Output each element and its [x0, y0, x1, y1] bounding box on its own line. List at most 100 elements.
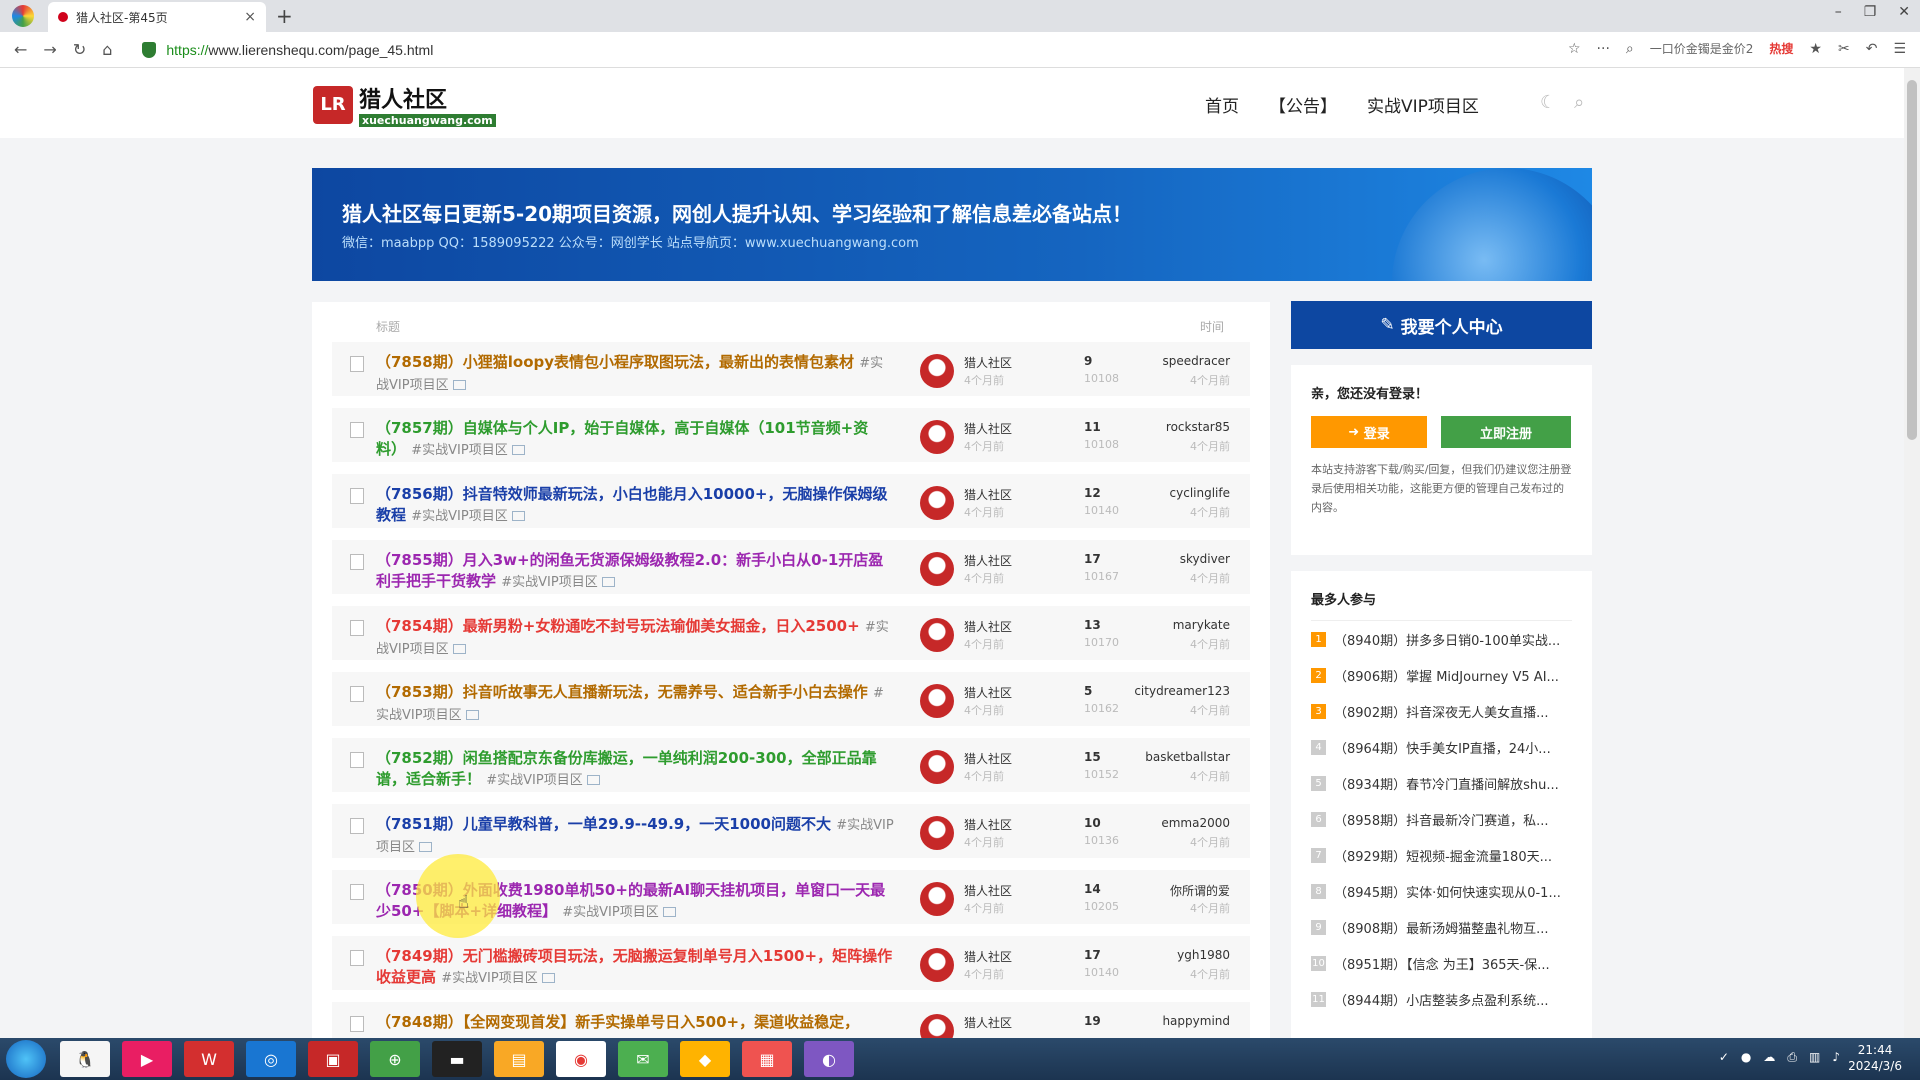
post-row[interactable]: （7857期）自媒体与个人IP，始于自媒体，高于自媒体（101节音频+资料） #…: [332, 408, 1250, 468]
volume-icon[interactable]: ♪: [1832, 1050, 1840, 1065]
last-replier[interactable]: speedracer: [1163, 354, 1230, 368]
post-title[interactable]: （7852期）闲鱼搭配京东备份库搬运，一单纯利润200-300，全部正品靠谱，适…: [376, 748, 896, 791]
hot-list-item[interactable]: 8 （8945期）实体·如何快速实现从0-1...: [1311, 873, 1572, 909]
last-replier[interactable]: rockstar85: [1166, 420, 1230, 434]
start-button[interactable]: [6, 1040, 46, 1078]
browser-logo-icon[interactable]: [12, 5, 34, 27]
avatar[interactable]: [920, 486, 954, 520]
last-replier[interactable]: skydiver: [1180, 552, 1230, 566]
post-row[interactable]: （7856期）抖音特效师最新玩法，小白也能月入10000+，无脑操作保姆级教程 …: [332, 474, 1250, 534]
post-title[interactable]: （7849期）无门槛搬砖项目玩法，无脑搬运复制单号月入1500+，矩阵操作收益更…: [376, 946, 896, 989]
post-author[interactable]: 猎人社区: [964, 816, 1012, 833]
security-shield-icon[interactable]: [142, 41, 157, 58]
back-icon[interactable]: ←: [14, 40, 27, 59]
post-author[interactable]: 猎人社区: [964, 948, 1012, 965]
hot-list-item[interactable]: 9 （8908期）最新汤姆猫整蛊礼物互...: [1311, 909, 1572, 945]
hot-list-item[interactable]: 1 （8940期）拼多多日销0-100单实战...: [1311, 621, 1572, 657]
post-title[interactable]: （7858期）小狸猫loopy表情包小程序取图玩法，最新出的表情包素材 #实战V…: [376, 352, 896, 396]
hot-list-item[interactable]: 2 （8906期）掌握 MidJourney V5 AI...: [1311, 657, 1572, 693]
last-replier[interactable]: 你所谓的爱: [1170, 882, 1230, 899]
hot-search-label[interactable]: 热搜: [1769, 40, 1793, 57]
nav-vip[interactable]: 实战VIP项目区: [1367, 92, 1479, 117]
post-author[interactable]: 猎人社区: [964, 750, 1012, 767]
close-window-button[interactable]: ✕: [1898, 4, 1910, 20]
dark-mode-icon[interactable]: ☾: [1540, 92, 1556, 113]
bookmark-star-icon[interactable]: ☆: [1568, 41, 1581, 57]
hot-list-item[interactable]: 7 （8929期）短视频-掘金流量180天...: [1311, 837, 1572, 873]
wechat-icon[interactable]: ✉: [618, 1041, 668, 1077]
hot-list-item[interactable]: 10 （8951期）【信念 为王】365天-保...: [1311, 945, 1572, 981]
chrome-icon[interactable]: ◉: [556, 1041, 606, 1077]
page-scrollbar[interactable]: [1904, 68, 1920, 1038]
avatar[interactable]: [920, 420, 954, 454]
post-author[interactable]: 猎人社区: [964, 618, 1012, 635]
avatar[interactable]: [920, 882, 954, 916]
hot-list-item[interactable]: 3 （8902期）抖音深夜无人美女直播...: [1311, 693, 1572, 729]
post-title[interactable]: （7855期）月入3w+的闲鱼无货源保姆级教程2.0：新手小白从0-1开店盈利手…: [376, 550, 896, 593]
post-row[interactable]: （7858期）小狸猫loopy表情包小程序取图玩法，最新出的表情包素材 #实战V…: [332, 342, 1250, 402]
personal-center-button[interactable]: ✎ 我要个人中心: [1291, 301, 1592, 349]
avatar[interactable]: [920, 1014, 954, 1038]
home-icon[interactable]: ⌂: [102, 40, 112, 59]
favorites-icon[interactable]: ★: [1809, 41, 1822, 57]
site-search-icon[interactable]: ⌕: [1574, 92, 1584, 113]
register-button[interactable]: 立即注册: [1441, 416, 1571, 448]
post-row[interactable]: （7855期）月入3w+的闲鱼无货源保姆级教程2.0：新手小白从0-1开店盈利手…: [332, 540, 1250, 600]
app-blue-icon[interactable]: ◎: [246, 1041, 296, 1077]
last-replier[interactable]: cyclinglife: [1170, 486, 1230, 500]
last-replier[interactable]: emma2000: [1161, 816, 1230, 830]
post-title[interactable]: （7853期）抖音听故事无人直播新玩法，无需养号、适合新手小白去操作 #实战VI…: [376, 682, 896, 726]
file-explorer-icon[interactable]: ▤: [494, 1041, 544, 1077]
browser-task-icon[interactable]: ◐: [804, 1041, 854, 1077]
new-tab-button[interactable]: +: [276, 4, 293, 28]
browser-tab[interactable]: 猎人社区-第45页 ×: [48, 2, 266, 32]
hot-list-item[interactable]: 6 （8958期）抖音最新冷门赛道，私...: [1311, 801, 1572, 837]
hot-list-item[interactable]: 5 （8934期）春节冷门直播间解放shu...: [1311, 765, 1572, 801]
post-tag[interactable]: #实战VIP项目区: [411, 443, 507, 458]
post-author[interactable]: 猎人社区: [964, 552, 1012, 569]
scroll-thumb[interactable]: [1907, 80, 1917, 440]
post-row[interactable]: （7848期）【全网变现首发】新手实操单号日入500+，渠道收益稳定， 猎人社区…: [332, 1002, 1250, 1038]
app-dark-icon[interactable]: ▬: [432, 1041, 482, 1077]
last-replier[interactable]: happymind: [1162, 1014, 1230, 1028]
nav-home[interactable]: 首页: [1205, 92, 1239, 117]
more-icon[interactable]: ···: [1597, 41, 1610, 57]
post-tag[interactable]: #实战VIP项目区: [562, 905, 658, 920]
search-icon[interactable]: ⌕: [1626, 41, 1634, 57]
avatar[interactable]: [920, 816, 954, 850]
hot-list-item[interactable]: 4 （8964期）快手美女IP直播，24小...: [1311, 729, 1572, 765]
forward-icon[interactable]: →: [43, 40, 56, 59]
restore-button[interactable]: ❐: [1864, 4, 1877, 20]
avatar[interactable]: [920, 618, 954, 652]
url-field[interactable]: https://www.lierenshequ.com/page_45.html: [166, 42, 433, 58]
tray-icon-1[interactable]: ✓: [1719, 1050, 1729, 1065]
scissors-icon[interactable]: ✂: [1838, 41, 1850, 57]
undo-icon[interactable]: ↶: [1866, 41, 1878, 57]
post-row[interactable]: （7853期）抖音听故事无人直播新玩法，无需养号、适合新手小白去操作 #实战VI…: [332, 672, 1250, 732]
avatar[interactable]: [920, 750, 954, 784]
post-tag[interactable]: #实战VIP项目区: [411, 509, 507, 524]
post-title[interactable]: （7848期）【全网变现首发】新手实操单号日入500+，渠道收益稳定，: [376, 1012, 896, 1034]
wps-icon[interactable]: W: [184, 1041, 234, 1077]
qq-icon[interactable]: 🐧: [60, 1041, 110, 1077]
post-author[interactable]: 猎人社区: [964, 1014, 1012, 1031]
post-row[interactable]: （7849期）无门槛搬砖项目玩法，无脑搬运复制单号月入1500+，矩阵操作收益更…: [332, 936, 1250, 996]
network-icon[interactable]: ▥: [1809, 1050, 1820, 1065]
close-tab-icon[interactable]: ×: [244, 9, 256, 25]
tray-icon-2[interactable]: ●: [1741, 1050, 1751, 1065]
post-author[interactable]: 猎人社区: [964, 882, 1012, 899]
post-title[interactable]: （7854期）最新男粉+女粉通吃不封号玩法瑜伽美女掘金，日入2500+ #实战V…: [376, 616, 896, 660]
app-pink-icon[interactable]: ▶: [122, 1041, 172, 1077]
app-green-icon[interactable]: ⊕: [370, 1041, 420, 1077]
minimize-button[interactable]: –: [1835, 4, 1842, 20]
post-row[interactable]: （7854期）最新男粉+女粉通吃不封号玩法瑜伽美女掘金，日入2500+ #实战V…: [332, 606, 1250, 666]
last-replier[interactable]: marykate: [1173, 618, 1230, 632]
app-yellow-icon[interactable]: ◆: [680, 1041, 730, 1077]
search-suggestion[interactable]: 一口价金镯是金价2: [1650, 40, 1754, 57]
printer-icon[interactable]: ⎙: [1787, 1050, 1797, 1065]
avatar[interactable]: [920, 354, 954, 388]
app-doc-icon[interactable]: ▦: [742, 1041, 792, 1077]
post-tag[interactable]: #实战VIP项目区: [486, 773, 582, 788]
post-author[interactable]: 猎人社区: [964, 354, 1012, 371]
post-author[interactable]: 猎人社区: [964, 684, 1012, 701]
